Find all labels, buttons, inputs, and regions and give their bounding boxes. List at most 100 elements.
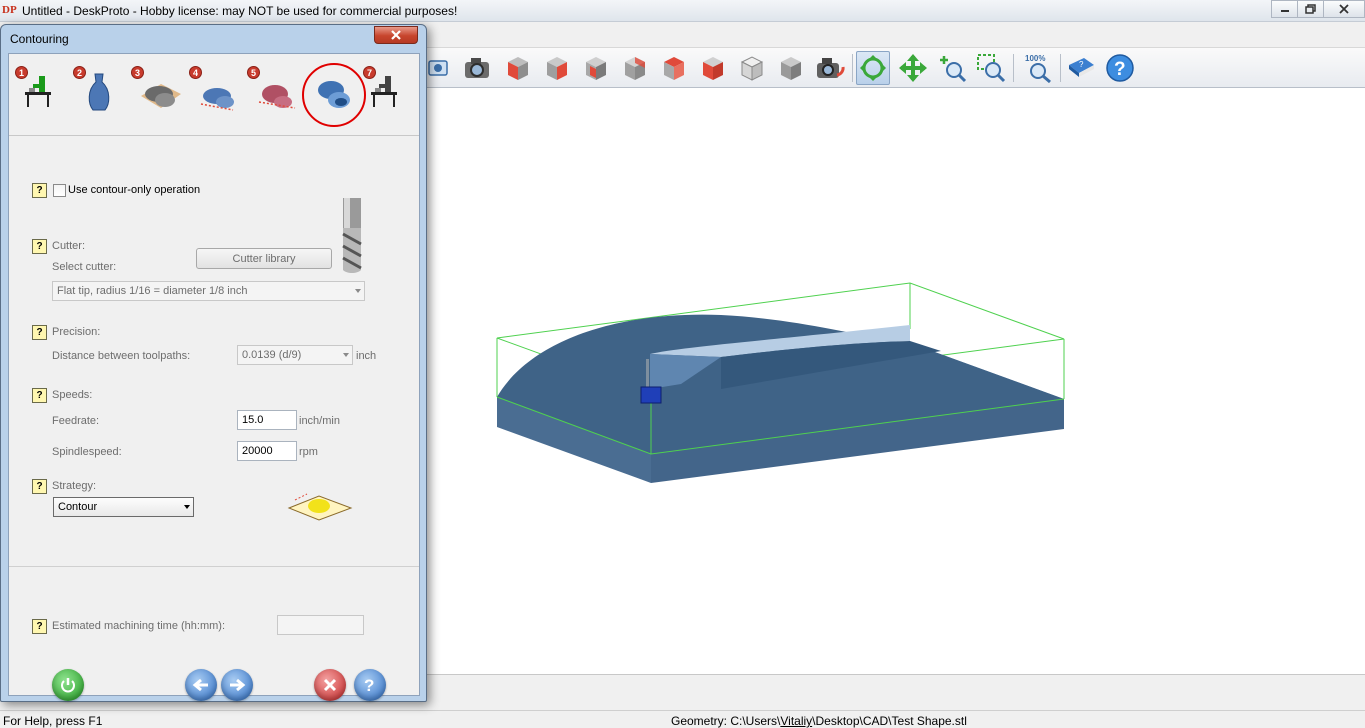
status-geometry: Geometry: C:\Users\Vitaliy\Desktop\CAD\T… xyxy=(671,714,967,728)
arrow-left-icon xyxy=(192,678,208,692)
model-block-icon xyxy=(141,84,181,108)
cutter-tool-icon xyxy=(342,198,362,273)
view-front-cube-icon xyxy=(508,57,528,80)
3d-viewport[interactable] xyxy=(420,89,1365,674)
zoom-100-icon: 100% xyxy=(1025,54,1051,83)
window-title: Untitled - DeskProto - Hobby license: ma… xyxy=(22,4,458,18)
step-2[interactable]: 2 xyxy=(73,66,131,122)
pan-view-button[interactable] xyxy=(896,51,930,85)
minimize-button[interactable] xyxy=(1271,0,1298,18)
help-contour-only-button[interactable]: ? xyxy=(32,183,47,198)
window-controls xyxy=(1271,0,1365,20)
help-book-icon: ? xyxy=(1069,58,1094,77)
close-icon xyxy=(323,678,337,692)
zoom-window-button[interactable] xyxy=(974,51,1008,85)
wizard-steps: 1 2 3 4 5 6 xyxy=(9,54,419,136)
help-icon: ? xyxy=(1106,54,1134,82)
step-4[interactable]: 4 xyxy=(189,66,247,122)
help-button[interactable]: ? xyxy=(1103,51,1137,85)
feedrate-input[interactable]: 15.0 xyxy=(237,410,297,430)
status-help-text: For Help, press F1 xyxy=(3,714,103,728)
help-precision-button[interactable]: ? xyxy=(32,325,47,340)
step-1[interactable]: 1 xyxy=(15,66,73,122)
zoom-in-button[interactable] xyxy=(935,51,969,85)
precision-heading: Precision: xyxy=(52,326,101,338)
toolbar-separator xyxy=(1013,54,1014,82)
restore-icon xyxy=(1304,4,1316,14)
view-iso-cube-icon xyxy=(740,56,764,81)
start-button[interactable] xyxy=(52,669,84,701)
speeds-heading: Speeds: xyxy=(52,389,93,401)
distance-unit: inch xyxy=(356,350,377,362)
power-icon xyxy=(61,678,75,693)
spindle-label: Spindlespeed: xyxy=(52,446,122,458)
view-iso-button[interactable] xyxy=(734,51,768,85)
restore-button[interactable] xyxy=(1297,0,1324,18)
view-preview-button[interactable] xyxy=(424,51,452,85)
window-close-button[interactable] xyxy=(1323,0,1365,18)
back-button[interactable] xyxy=(185,669,217,701)
svg-text:?: ? xyxy=(1114,59,1126,80)
view-front-button[interactable] xyxy=(500,51,534,85)
cutter-heading: Cutter: xyxy=(52,240,86,252)
screenshot-button[interactable] xyxy=(460,51,494,85)
dialog-title: Contouring xyxy=(10,32,69,46)
cutter-library-button[interactable]: Cutter library xyxy=(196,248,332,269)
spindle-input[interactable]: 20000 xyxy=(237,441,297,461)
strategy-value: Contour xyxy=(58,501,98,513)
svg-text:?: ? xyxy=(364,676,374,694)
cutter-select[interactable]: Flat tip, radius 1/16 = diameter 1/8 inc… xyxy=(52,281,365,301)
app-logo-icon: DP xyxy=(2,4,17,16)
step-3[interactable]: 3 xyxy=(131,66,189,122)
view-right-button[interactable] xyxy=(578,51,612,85)
dialog-body: 1 2 3 4 5 6 xyxy=(8,53,420,701)
screenshot-camera-icon xyxy=(465,58,489,78)
view-solid-button[interactable] xyxy=(773,51,807,85)
camera-rotate-button[interactable] xyxy=(812,51,846,85)
toolbar-separator xyxy=(1060,54,1061,82)
strategy-heading: Strategy: xyxy=(52,480,97,492)
dialog-close-button[interactable] xyxy=(374,26,418,44)
select-cutter-label: Select cutter: xyxy=(52,261,117,273)
step-5[interactable]: 5 xyxy=(247,66,305,122)
milling-machine-icon xyxy=(25,76,51,107)
zoom-100-button[interactable]: 100% xyxy=(1021,51,1055,85)
distance-select[interactable]: 0.0139 (d/9) xyxy=(237,345,353,365)
distance-label: Distance between toolpaths: xyxy=(52,350,191,362)
contour-only-label: Use contour-only operation xyxy=(68,184,201,196)
svg-text:100%: 100% xyxy=(1025,54,1045,63)
help-cutter-button[interactable]: ? xyxy=(32,239,47,254)
view-solid-cube-icon xyxy=(781,57,801,80)
help-strategy-button[interactable]: ? xyxy=(32,479,47,494)
contour-strategy-icon xyxy=(287,493,353,521)
cancel-button[interactable] xyxy=(314,669,346,701)
view-right-cube-icon xyxy=(586,57,606,80)
help-speeds-button[interactable]: ? xyxy=(32,388,47,403)
main-toolbar: 100% ? ? xyxy=(420,48,1365,88)
view-bottom-button[interactable] xyxy=(656,51,690,85)
contouring-dialog: Contouring 1 2 3 4 5 7 ? Use contour-onl… xyxy=(0,24,427,702)
contour-only-checkbox[interactable] xyxy=(53,184,66,197)
minimize-icon xyxy=(1280,10,1289,12)
pan-view-icon xyxy=(899,54,927,82)
feedrate-unit: inch/min xyxy=(299,415,340,427)
view-top-button[interactable] xyxy=(695,51,729,85)
view-left-button[interactable] xyxy=(539,51,573,85)
step-7[interactable]: 7 xyxy=(363,66,421,122)
cutter-select-value: Flat tip, radius 1/16 = diameter 1/8 inc… xyxy=(57,285,248,297)
view-back-button[interactable] xyxy=(617,51,651,85)
help-book-button[interactable]: ? xyxy=(1064,51,1098,85)
next-button[interactable] xyxy=(221,669,253,701)
strategy-select[interactable]: Contour xyxy=(53,497,194,517)
close-icon xyxy=(1339,4,1349,14)
svg-text:?: ? xyxy=(1079,60,1084,69)
finishing-icon xyxy=(258,85,296,109)
view-back-cube-icon xyxy=(625,57,645,80)
vase-model-icon xyxy=(88,73,110,111)
feedrate-label: Feedrate: xyxy=(52,415,100,427)
view-bottom-cube-icon xyxy=(664,57,684,80)
rotate-view-button[interactable] xyxy=(856,51,890,85)
help-dialog-button[interactable]: ? xyxy=(354,669,386,701)
chevron-down-icon xyxy=(355,289,361,293)
roughing-icon xyxy=(200,88,234,111)
